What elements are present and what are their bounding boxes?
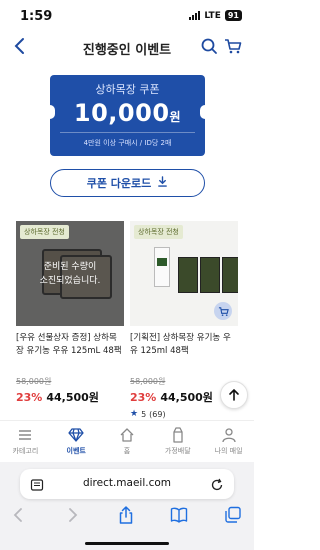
product-tag: 상하목장 전청 (20, 225, 69, 239)
menu-icon (19, 430, 32, 440)
nav-item-delivery[interactable]: 가정배달 (152, 421, 203, 462)
price-value: 44,500원 (160, 391, 213, 404)
soldout-line: 준비된 수량이 (43, 261, 97, 272)
status-time: 1:59 (20, 9, 53, 24)
nav-item-my[interactable]: 나의 매일 (203, 421, 254, 462)
rating-value: 5 (141, 409, 147, 419)
search-icon[interactable] (200, 37, 218, 55)
share-icon[interactable] (117, 506, 135, 524)
coupon-amount-value: 10,000 (73, 99, 170, 127)
nav-item-home[interactable]: 홈 (102, 421, 153, 462)
coupon-amount: 10,000원 (50, 99, 205, 127)
download-icon (157, 176, 168, 190)
discount-rate: 23% (16, 391, 43, 404)
review-count: (69) (149, 409, 166, 419)
nav-item-event[interactable]: 이벤트 (51, 421, 102, 462)
user-icon (221, 428, 236, 443)
product-name[interactable]: [우유 선물상자 증정] 상하목장 유기농 우유 125mL 48팩 (16, 332, 124, 372)
browser-toolbar: direct.maeil.com (0, 462, 254, 550)
milk-box-image (200, 257, 220, 293)
address-bar[interactable]: direct.maeil.com (20, 469, 234, 499)
coupon-banner: 상하목장 쿠폰 10,000원 4만원 이상 구매시 / ID당 2매 (45, 75, 210, 156)
coupon-download-button[interactable]: 쿠폰 다운로드 (50, 169, 205, 197)
nav-label: 나의 매일 (214, 447, 243, 455)
milk-carton-image (154, 247, 170, 287)
status-bar: 1:59 LTE 91 (0, 0, 254, 32)
milk-carton-icon (173, 427, 183, 443)
product-rating: ★ 5 (69) (130, 409, 238, 419)
diamond-icon (68, 428, 84, 442)
coupon-divider (60, 132, 195, 133)
price-value: 44,500원 (46, 391, 99, 404)
url-text[interactable]: direct.maeil.com (20, 477, 234, 489)
scroll-top-button[interactable] (220, 381, 248, 409)
home-icon (120, 428, 134, 442)
home-indicator (85, 542, 169, 545)
product-image[interactable]: 상하목장 전청 (130, 221, 238, 326)
star-icon: ★ (130, 409, 139, 419)
tabs-icon[interactable] (224, 506, 242, 524)
network-type: LTE (204, 10, 221, 21)
product-card[interactable]: 상하목장 전청 준비된 수량이 소진되었습니다. [우유 선물상자 증정] 상하… (16, 221, 124, 405)
signal-icon (189, 11, 201, 20)
reload-icon[interactable] (210, 477, 224, 491)
browser-back-icon[interactable] (10, 506, 28, 524)
product-name[interactable]: [기획전] 상하목장 유기농 우유 125ml 48팩 (130, 332, 238, 372)
bottom-nav: 카테고리 이벤트 홈 가정배달 나의 매일 (0, 420, 254, 462)
status-indicators: LTE 91 (189, 10, 242, 21)
browser-forward-icon[interactable] (63, 506, 81, 524)
product-image[interactable]: 상하목장 전청 준비된 수량이 소진되었습니다. (16, 221, 124, 326)
nav-item-category[interactable]: 카테고리 (0, 421, 51, 462)
coupon-amount-unit: 원 (169, 110, 182, 124)
page-header: 진행중인 이벤트 (0, 32, 254, 62)
nav-label: 홈 (123, 447, 131, 455)
bookmarks-icon[interactable] (170, 506, 188, 524)
milk-box-image (178, 257, 198, 293)
coupon-name: 상하목장 쿠폰 (95, 83, 160, 96)
cart-icon[interactable] (224, 37, 242, 55)
discount-rate: 23% (130, 391, 157, 404)
arrow-up-icon (229, 388, 239, 401)
soldout-line: 소진되었습니다. (39, 275, 101, 286)
sale-price: 23% 44,500원 (16, 389, 124, 405)
battery-icon: 91 (224, 10, 242, 21)
original-price: 58,000원 (16, 377, 52, 386)
original-price: 58,000원 (130, 377, 166, 386)
coupon-condition: 4만원 이상 구매시 / ID당 2매 (83, 139, 172, 147)
add-to-cart-icon[interactable] (214, 302, 232, 320)
milk-box-image (222, 257, 238, 293)
product-tag: 상하목장 전청 (134, 225, 183, 239)
nav-label: 카테고리 (12, 447, 39, 455)
coupon-download-label: 쿠폰 다운로드 (86, 177, 152, 190)
nav-label: 가정배달 (164, 447, 191, 455)
nav-label: 이벤트 (66, 447, 86, 455)
